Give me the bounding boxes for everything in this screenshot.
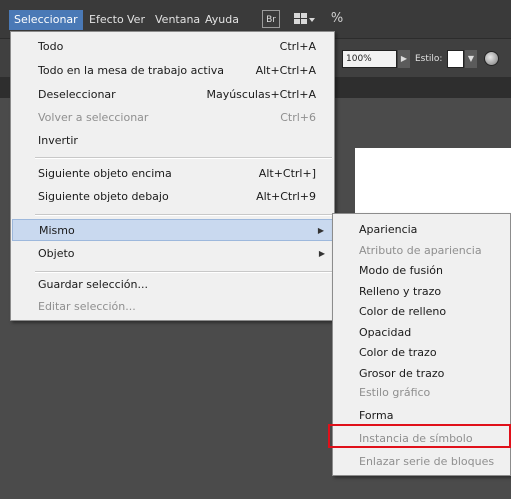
globe-icon[interactable] bbox=[484, 51, 499, 66]
menu-seleccionar[interactable]: Seleccionar bbox=[9, 10, 83, 30]
style-dropdown-arrow-icon[interactable]: ▼ bbox=[465, 50, 477, 68]
menu-separator bbox=[35, 214, 332, 216]
menu-ayuda[interactable]: Ayuda bbox=[205, 11, 239, 28]
menu-item-label: Mismo bbox=[39, 224, 75, 237]
menu-item-mismo[interactable]: Mismo ▶ bbox=[12, 219, 333, 241]
menu-item-label: Guardar selección... bbox=[38, 278, 148, 291]
menu-item-editar-seleccion[interactable]: Editar selección... bbox=[12, 296, 333, 318]
menu-item-shortcut: Ctrl+A bbox=[279, 40, 316, 53]
menu-item-todo[interactable]: Todo Ctrl+A bbox=[12, 36, 333, 58]
artboard[interactable] bbox=[355, 148, 511, 216]
menu-item-siguiente-encima[interactable]: Siguiente objeto encima Alt+Ctrl+] bbox=[12, 163, 333, 185]
menu-ventana[interactable]: Ventana bbox=[155, 11, 200, 28]
zoom-arrow-icon[interactable]: ▶ bbox=[398, 50, 410, 68]
submenu-item-enlazar-bloques[interactable]: Enlazar serie de bloques bbox=[334, 450, 509, 473]
menu-item-volver-seleccionar[interactable]: Volver a seleccionar Ctrl+6 bbox=[12, 107, 333, 129]
seleccionar-menu: Todo Ctrl+A Todo en la mesa de trabajo a… bbox=[10, 31, 335, 321]
menu-item-label: Objeto bbox=[38, 247, 75, 260]
submenu-arrow-icon: ▶ bbox=[318, 249, 325, 258]
workspace-arrange-icon[interactable] bbox=[292, 10, 316, 28]
menu-item-deseleccionar[interactable]: Deseleccionar Mayúsculas+Ctrl+A bbox=[12, 84, 333, 106]
menu-item-label: Siguiente objeto debajo bbox=[38, 190, 169, 203]
menu-ver[interactable]: Ver bbox=[127, 11, 145, 28]
menu-item-shortcut: Alt+Ctrl+A bbox=[255, 64, 316, 77]
menu-item-invertir[interactable]: Invertir bbox=[12, 130, 333, 152]
submenu-item-estilo-grafico[interactable]: Estilo gráfico bbox=[334, 381, 509, 404]
menu-separator bbox=[35, 157, 332, 159]
menu-item-label: Volver a seleccionar bbox=[38, 111, 149, 124]
zoom-input[interactable]: 100% bbox=[342, 50, 397, 68]
menu-efecto[interactable]: Efecto bbox=[89, 11, 124, 28]
gpu-rocket-icon[interactable]: % bbox=[327, 10, 347, 28]
menu-item-label: Invertir bbox=[38, 134, 78, 147]
style-swatch[interactable] bbox=[447, 50, 464, 68]
menu-item-objeto[interactable]: Objeto ▶ bbox=[12, 243, 333, 265]
menu-item-guardar-seleccion[interactable]: Guardar selección... bbox=[12, 274, 333, 296]
menu-item-label: Deseleccionar bbox=[38, 88, 116, 101]
menu-item-label: Siguiente objeto encima bbox=[38, 167, 172, 180]
submenu-arrow-icon: ▶ bbox=[317, 226, 324, 235]
menu-item-label: Todo en la mesa de trabajo activa bbox=[38, 64, 225, 77]
menu-item-shortcut: Mayúsculas+Ctrl+A bbox=[206, 88, 316, 101]
highlight-annotation-box bbox=[328, 424, 511, 448]
menu-item-label: Editar selección... bbox=[38, 300, 136, 313]
menu-separator bbox=[35, 271, 332, 273]
arrange-grid-icon bbox=[294, 13, 315, 24]
menu-item-shortcut: Alt+Ctrl+] bbox=[258, 167, 316, 180]
menu-item-todo-mesa[interactable]: Todo en la mesa de trabajo activa Alt+Ct… bbox=[12, 60, 333, 82]
style-label: Estilo: bbox=[415, 54, 443, 64]
bridge-icon[interactable]: Br bbox=[262, 10, 280, 28]
menu-item-shortcut: Alt+Ctrl+9 bbox=[256, 190, 316, 203]
menu-item-siguiente-debajo[interactable]: Siguiente objeto debajo Alt+Ctrl+9 bbox=[12, 186, 333, 208]
menu-item-shortcut: Ctrl+6 bbox=[280, 111, 316, 124]
menu-item-label: Todo bbox=[38, 40, 64, 53]
